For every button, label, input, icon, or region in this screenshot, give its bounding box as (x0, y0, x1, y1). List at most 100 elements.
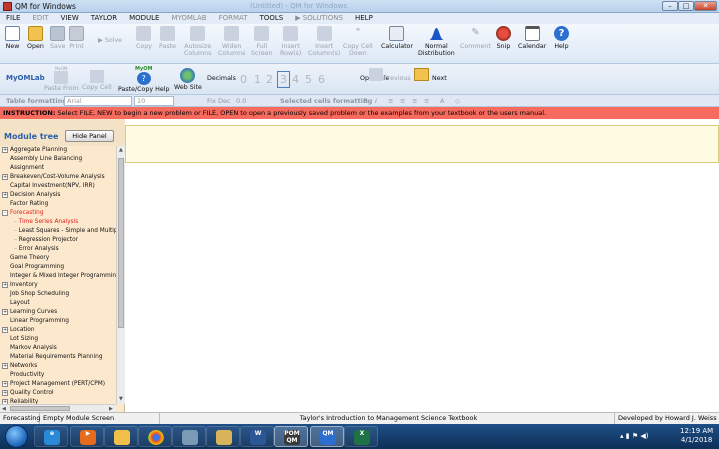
menu-format[interactable]: FORMAT (219, 13, 248, 24)
copy-cell-down-button[interactable]: " Copy Cell Down (343, 26, 373, 57)
expand-icon[interactable]: + (2, 390, 8, 396)
tree-item[interactable]: Material Requirements Planning (2, 353, 103, 362)
justify-icon[interactable]: ≡ (424, 97, 429, 105)
fix-dec-value[interactable]: 0.0 (236, 97, 246, 105)
font-color-icon[interactable]: A (440, 97, 444, 105)
paste-copy-help-button[interactable]: MyOM ? Paste/Copy Help (118, 66, 169, 93)
menu-file[interactable]: FILE (6, 13, 20, 24)
tree-item[interactable]: - Forecasting (2, 209, 44, 218)
decimals-2[interactable]: 2 (266, 73, 273, 86)
close-button[interactable]: ✕ (694, 1, 717, 11)
menu-solutions[interactable]: ▶ SOLUTIONS (295, 13, 343, 24)
tree-item[interactable]: Factor Rating (2, 200, 48, 209)
tree-vertical-scrollbar[interactable]: ▲ ▼ (116, 146, 125, 404)
minimize-button[interactable]: – (662, 1, 678, 11)
start-button[interactable] (5, 425, 28, 448)
tree-item[interactable]: Job Shop Scheduling (2, 290, 69, 299)
snip-button[interactable]: Snip (496, 26, 511, 50)
tree-item[interactable]: + Learning Curves (2, 308, 57, 317)
decimals-6[interactable]: 6 (318, 73, 325, 86)
tree-item[interactable]: + Inventory (2, 281, 38, 290)
expand-icon[interactable]: + (2, 327, 8, 333)
expand-icon[interactable]: + (2, 282, 8, 288)
menu-module[interactable]: MODULE (129, 13, 159, 24)
expand-icon[interactable]: + (2, 174, 8, 180)
taskbar-chrome[interactable] (138, 426, 172, 447)
solve-button[interactable]: ▶ Solve (98, 37, 122, 44)
menu-view[interactable]: VIEW (61, 13, 79, 24)
taskbar-excel[interactable]: X (344, 426, 378, 447)
menu-tools[interactable]: TOOLS (260, 13, 284, 24)
decimals-3[interactable]: 3 (277, 71, 290, 88)
taskbar-app[interactable] (172, 426, 206, 447)
taskbar-word[interactable]: W (240, 426, 274, 447)
menu-taylor[interactable]: TAYLOR (91, 13, 117, 24)
open-button[interactable]: Open (27, 26, 44, 50)
tree-item[interactable]: – Regression Projector (14, 236, 78, 245)
hide-panel-button[interactable]: Hide Panel (65, 130, 114, 142)
tree-item[interactable]: – Time Series Analysis (14, 218, 78, 227)
tree-item[interactable]: + Networks (2, 362, 37, 371)
decimals-4[interactable]: 4 (292, 73, 299, 86)
maximize-button[interactable]: □ (678, 1, 694, 11)
taskbar-ie[interactable]: e (34, 426, 68, 447)
scroll-up-icon[interactable]: ▲ (119, 147, 123, 153)
next-folder-icon[interactable] (414, 68, 429, 81)
tree-item[interactable]: Linear Programming (2, 317, 69, 326)
insert-rows-button[interactable]: Insert Row(s) (280, 26, 301, 57)
tree-item[interactable]: Markov Analysis (2, 344, 57, 353)
copy-button[interactable]: Copy (136, 26, 152, 50)
tree-item[interactable]: – Error Analysis (14, 245, 59, 254)
fix-dec-label[interactable]: Fix Dec (207, 97, 231, 105)
decimals-1[interactable]: 1 (254, 73, 261, 86)
taskbar-media[interactable]: ▶ (70, 426, 104, 447)
align-left-icon[interactable]: ≡ (388, 97, 393, 105)
save-button[interactable]: Save (50, 26, 65, 50)
help-button[interactable]: ? Help (554, 26, 569, 50)
decimals-0[interactable]: 0 (240, 73, 247, 86)
tree-hscroll-thumb[interactable] (10, 406, 70, 411)
decimals-5[interactable]: 5 (305, 73, 312, 86)
tree-item[interactable]: + Project Management (PERT/CPM) (2, 380, 105, 389)
italic-button[interactable]: I (375, 97, 377, 105)
full-screen-button[interactable]: Full Screen (251, 26, 273, 57)
normal-distribution-button[interactable]: Normal Distribution (418, 26, 455, 57)
comment-button[interactable]: ✎ Comment (460, 26, 491, 50)
print-button[interactable]: Print (69, 26, 84, 50)
taskbar-clock[interactable]: 12:19 AM 4/1/2018 (680, 427, 713, 445)
autosize-columns-button[interactable]: Autosize Columns (184, 26, 211, 57)
tree-item[interactable]: Layout (2, 299, 30, 308)
tree-item[interactable]: Game Theory (2, 254, 49, 263)
tree-item[interactable]: Assignment (2, 164, 44, 173)
web-site-button[interactable]: Web Site (174, 68, 202, 91)
font-size-select[interactable]: 10 (134, 96, 174, 106)
tree-item[interactable]: + Aggregate Planning (2, 146, 67, 155)
scroll-down-icon[interactable]: ▼ (119, 396, 123, 402)
insert-columns-button[interactable]: Insert Column(s) (308, 26, 340, 57)
widen-columns-button[interactable]: Widen Columns (218, 26, 245, 57)
fill-color-icon[interactable]: ◇ (455, 97, 460, 105)
tree-item[interactable]: Goal Programming (2, 263, 64, 272)
align-center-icon[interactable]: ≡ (400, 97, 405, 105)
tree-item[interactable]: – Least Squares - Simple and Multip (14, 227, 116, 236)
tree-item[interactable]: + Quality Control (2, 389, 54, 398)
tree-scroll-thumb[interactable] (118, 158, 124, 328)
previous-arrow-icon[interactable] (366, 68, 384, 81)
tree-item[interactable]: + Decision Analysis (2, 191, 60, 200)
paste-button[interactable]: Paste (159, 26, 176, 50)
tree-item[interactable]: Capital Investment(NPV, IRR) (2, 182, 95, 191)
collapse-icon[interactable]: - (2, 210, 8, 216)
tree-item[interactable]: Assembly Line Balancing (2, 155, 82, 164)
tree-item[interactable]: + Location (2, 326, 35, 335)
expand-icon[interactable]: + (2, 363, 8, 369)
next-button[interactable]: Next (432, 75, 447, 82)
taskbar-qm[interactable]: QM (310, 426, 344, 447)
tree-item[interactable]: Lot Sizing (2, 335, 38, 344)
expand-icon[interactable]: + (2, 192, 8, 198)
taskbar-files[interactable] (206, 426, 240, 447)
calculator-button[interactable]: Calculator (381, 26, 413, 50)
system-tray-icons[interactable]: ▴ ▮ ⚑ ◀) (620, 432, 648, 440)
copy-cell-button[interactable]: Copy Cell (82, 70, 112, 91)
previous-button[interactable]: Previous (384, 75, 411, 82)
font-select[interactable]: Arial (64, 96, 132, 106)
